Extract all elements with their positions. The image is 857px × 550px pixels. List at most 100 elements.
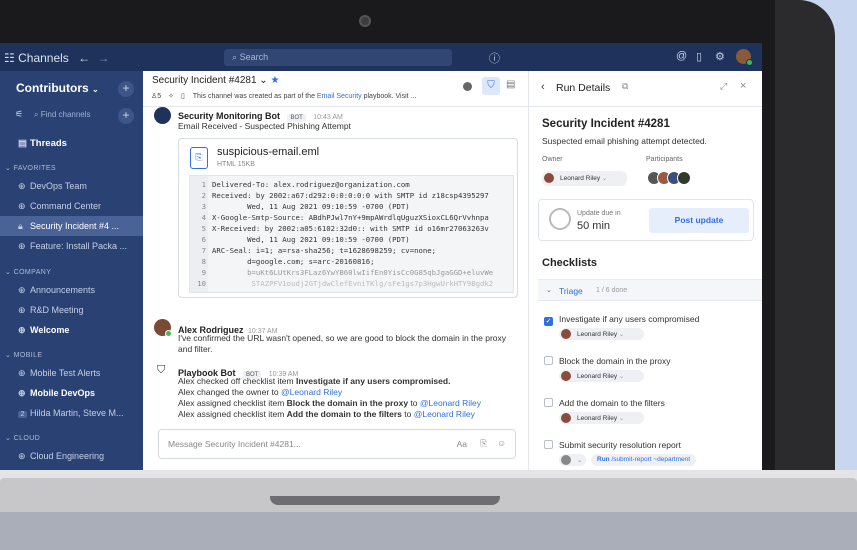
checklist-item[interactable]: Block the domain in the proxy	[544, 356, 754, 366]
checklist-name: Triage	[559, 286, 583, 296]
files-icon[interactable]: ▯	[181, 93, 185, 100]
sidebar-item-threads[interactable]: ▤ Threads	[0, 133, 143, 153]
assignee-selector[interactable]: Leonard Riley ⌄	[559, 328, 645, 340]
attachment-icon[interactable]: ⎘	[480, 438, 487, 449]
search-placeholder: Search	[239, 52, 269, 62]
channels-switcher[interactable]: ☷ Channels ← →	[4, 51, 110, 65]
code-line: 5 X-Received: by 2002:a05:6102:32d0:: wit…	[201, 224, 489, 233]
run-description: Suspected email phishing attempt detecte…	[542, 136, 707, 146]
globe-icon: ⊕	[18, 325, 26, 335]
section-favorites[interactable]: ⌄ FAVORITES	[5, 164, 56, 172]
member-count[interactable]: 5	[157, 93, 161, 100]
user-mention[interactable]: @Leonard Riley	[420, 398, 481, 408]
checkbox[interactable]	[544, 440, 553, 449]
sidebar-item-mobile-devops[interactable]: ⊕ Mobile DevOps	[0, 383, 143, 403]
checklist-item[interactable]: Add the domain to the filters	[544, 398, 754, 408]
playbook-line: Alex assigned checklist item Block the d…	[178, 398, 481, 408]
message-time[interactable]: 10:43 AM	[313, 114, 343, 121]
emoji-icon[interactable]: ☺	[497, 438, 506, 448]
sidebar-item-rd-meeting[interactable]: ⊕ R&D Meeting	[0, 300, 143, 320]
code-line: 3 Wed, 11 Aug 2021 09:10:59 -0700 (PDT)	[201, 202, 410, 211]
code-line: 7 ARC-Seal: i=1; a=rsa-sha256; t=16286982…	[201, 246, 437, 255]
saved-icon[interactable]: ▯	[696, 50, 702, 63]
checklists-title: Checklists	[542, 257, 598, 269]
globe-icon: ⊕	[18, 368, 26, 378]
close-icon[interactable]: ×	[740, 80, 746, 92]
message-author[interactable]: Security Monitoring Bot	[178, 111, 280, 121]
code-line: 10 STAZPFV1oudj2GTjdwClefEvniTKlg/sFe1gs…	[197, 279, 494, 288]
chevron-down-icon: ⌄	[259, 75, 268, 86]
sidebar-item-welcome[interactable]: ⊕ Welcome	[0, 320, 143, 340]
back-arrow-icon[interactable]: ←	[78, 51, 90, 65]
sidebar-item-mobile-test-alerts[interactable]: ⊕ Mobile Test Alerts	[0, 363, 143, 383]
filter-icon[interactable]: ⚟	[15, 109, 23, 120]
assignee-avatar	[561, 455, 571, 465]
back-icon[interactable]: ‹	[541, 81, 545, 93]
playbook-line: Alex assigned checklist item Add the dom…	[178, 409, 475, 419]
checklist-item[interactable]: Submit security resolution report	[544, 440, 754, 450]
section-cloud[interactable]: ⌄ CLOUD	[5, 434, 40, 442]
sidebar-item-devops-team[interactable]: ⊕ DevOps Team	[0, 176, 143, 196]
panel-title: Run Details	[556, 82, 611, 94]
external-link-icon[interactable]: ⧉	[622, 81, 628, 92]
checkbox[interactable]	[544, 356, 553, 365]
checkbox[interactable]	[544, 398, 553, 407]
sidebar-item-cloud-engineering[interactable]: ⊕ Cloud Engineering	[0, 446, 143, 466]
globe-icon: ⊕	[18, 305, 26, 315]
channel-title[interactable]: Security Incident #4281 ⌄ ★	[152, 75, 279, 86]
search-input[interactable]: ⌕ Search	[224, 49, 452, 66]
post-update-button[interactable]: Post update	[649, 208, 749, 233]
sidebar-item-security-incident[interactable]: 🔒︎ Security Incident #4 ...	[0, 216, 143, 236]
laptop-lid-edge	[775, 0, 835, 500]
chevron-down-icon: ⌄	[618, 331, 625, 338]
update-card: Update due in 50 min Post update	[538, 199, 754, 241]
file-name[interactable]: suspicious-email.eml	[217, 146, 319, 158]
run-command-button[interactable]: Run /submit-report ~department	[591, 454, 697, 466]
file-meta: HTML 15KB	[217, 161, 255, 168]
checklist-item[interactable]: ✓ Investigate if any users compromised	[544, 314, 754, 326]
user-mention[interactable]: @Leonard Riley	[414, 409, 475, 419]
run-details-panel: ‹ Run Details ⧉ ⤢ × Security Incident #4…	[528, 71, 762, 473]
format-button[interactable]: Aa	[457, 439, 467, 449]
checkbox-checked[interactable]: ✓	[544, 317, 553, 326]
user-mention[interactable]: @Leonard Riley	[281, 387, 342, 397]
star-icon[interactable]: ★	[270, 75, 279, 86]
channels-icon: ☷	[4, 51, 15, 65]
channel-view: Security Incident #4281 ⌄ ★ ♙5 ✧ ▯ This …	[143, 71, 528, 473]
find-channels-input[interactable]: ⌕ Find channels	[30, 108, 120, 123]
info-icon[interactable]: ▤	[506, 79, 515, 90]
chevron-down-icon: ⌄	[577, 457, 583, 464]
assignee-selector[interactable]: ⌄	[559, 454, 587, 466]
expand-icon[interactable]: ⤢	[720, 81, 727, 92]
section-mobile[interactable]: ⌄ MOBILE	[5, 351, 42, 359]
app-screen: ☷ Channels ← → ⌕ Search ⓘ @ ▯ ⚙ Contribu…	[0, 43, 762, 473]
sidebar-item-feature-install[interactable]: ⊕ Feature: Install Packa ...	[0, 236, 143, 256]
playbook-link[interactable]: Email Security	[317, 93, 362, 100]
file-attachment[interactable]: ⎘ suspicious-email.eml HTML 15KB 1 Delive…	[178, 138, 518, 298]
code-line: 9 b=uKt6LUtKrs3FLaz6YwYB60lwIifEn0YisCc0…	[201, 268, 494, 277]
run-details-header: ‹ Run Details ⧉ ⤢ ×	[529, 71, 762, 107]
help-icon[interactable]: ⓘ	[489, 50, 500, 66]
online-status-icon	[165, 330, 172, 337]
sidebar-item-command-center[interactable]: ⊕ Command Center	[0, 196, 143, 216]
settings-icon[interactable]: ⚙	[715, 50, 725, 63]
add-channel-button[interactable]: +	[118, 108, 134, 124]
pin-icon[interactable]: ✧	[168, 93, 174, 100]
shield-icon[interactable]: ⛉	[482, 77, 500, 95]
sidebar-item-announcements[interactable]: ⊕ Announcements	[0, 280, 143, 300]
section-company[interactable]: ⌄ COMPANY	[5, 268, 51, 276]
forward-arrow-icon[interactable]: →	[98, 51, 110, 65]
team-name[interactable]: Contributors ⌄	[16, 81, 99, 95]
code-line: 2 Received: by 2002:a67:d292:0:0:0:0:0 wi…	[201, 191, 489, 200]
mention-icon[interactable]: @	[676, 50, 687, 62]
assignee-selector[interactable]: Leonard Riley ⌄	[559, 412, 645, 424]
add-button[interactable]: +	[118, 81, 134, 97]
participant-avatar[interactable]	[677, 171, 691, 185]
status-icon[interactable]	[463, 82, 472, 91]
assignee-selector[interactable]: Leonard Riley ⌄	[559, 370, 645, 382]
message-input[interactable]: Message Security Incident #4281... Aa ⎘ …	[158, 429, 516, 459]
sidebar-item-group-dm[interactable]: 2 Hilda Martin, Steve M...	[0, 403, 143, 423]
checklist-triage[interactable]: ⌄ Triage 1 / 6 done	[538, 279, 762, 301]
owner-selector[interactable]: Leonard Riley ⌄	[542, 171, 628, 186]
top-bar: ☷ Channels ← → ⌕ Search ⓘ @ ▯ ⚙	[0, 43, 762, 71]
